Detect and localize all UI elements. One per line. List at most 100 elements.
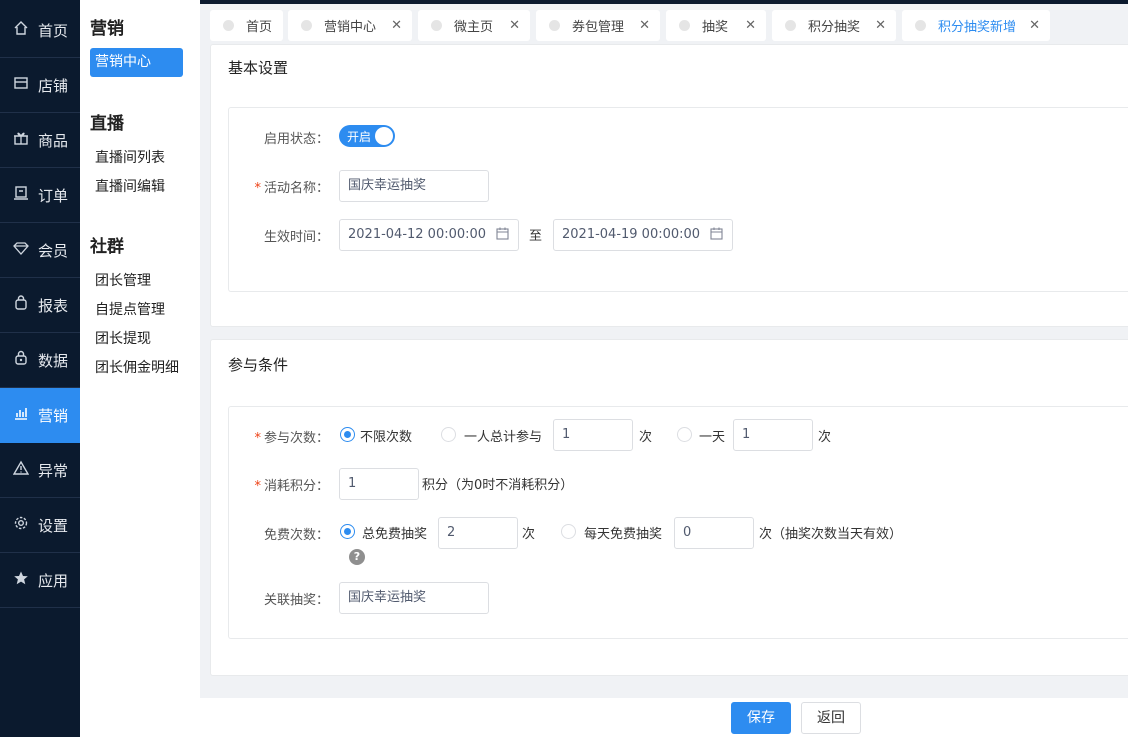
- tab-label: 积分抽奖新增: [938, 20, 1017, 35]
- tab-home[interactable]: 首页: [210, 10, 283, 41]
- radio-unlimited-label[interactable]: 不限次数: [360, 426, 412, 445]
- linked-lottery-input[interactable]: 国庆幸运抽奖: [339, 582, 489, 614]
- save-button[interactable]: 保存: [731, 702, 791, 734]
- calendar-icon: [710, 220, 723, 250]
- nav-item-settings[interactable]: 设置: [0, 498, 80, 553]
- points-cost-hint: 积分（为0时不消耗积分）: [422, 478, 574, 493]
- main-content: 基本设置 启用状态： 开启 * 活动名称： 国庆幸运抽奖 生效时间： 2021-0…: [200, 44, 1128, 737]
- start-time-picker[interactable]: 2021-04-12 00:00:00: [339, 219, 519, 251]
- nav-item-products[interactable]: 商品: [0, 113, 80, 168]
- free-daily-hint: 次（抽奖次数当天有效）: [759, 527, 903, 542]
- activity-name-label-text: 活动名称：: [263, 181, 329, 196]
- main-nav: 首页 店铺 商品 订单 会员 报表 数据 营销 异常 设置 应用: [0, 0, 80, 737]
- sub-item-pickup-manage[interactable]: 自提点管理: [95, 299, 165, 319]
- sub-item-leader-commission[interactable]: 团长佣金明细: [95, 357, 179, 377]
- free-total-input[interactable]: 2: [438, 517, 518, 549]
- close-icon[interactable]: ✕: [639, 18, 650, 33]
- sub-item-leader-manage[interactable]: 团长管理: [95, 270, 151, 290]
- nav-label: 营销: [38, 406, 69, 425]
- nav-label: 订单: [38, 186, 69, 205]
- nav-label: 会员: [38, 241, 69, 260]
- help-icon[interactable]: ?: [349, 549, 365, 565]
- nav-item-marketing[interactable]: 营销: [0, 388, 80, 443]
- nav-label: 应用: [38, 571, 69, 590]
- status-label: 启用状态：: [263, 132, 329, 147]
- radio-total-times[interactable]: [441, 427, 456, 442]
- required-mark: *: [254, 431, 261, 446]
- free-daily-input[interactable]: 0: [674, 517, 754, 549]
- order-icon: [12, 185, 30, 205]
- tab-points-lottery-add[interactable]: 积分抽奖新增 ✕: [902, 10, 1050, 41]
- sub-item-marketing-center[interactable]: 营销中心: [90, 48, 183, 77]
- free-total-unit: 次: [522, 527, 536, 542]
- radio-daily-times[interactable]: [677, 427, 692, 442]
- switch-knob: [375, 127, 393, 145]
- daily-times-input[interactable]: 1: [733, 419, 813, 451]
- radio-free-total-label[interactable]: 总免费抽奖: [362, 523, 427, 542]
- activity-name-input[interactable]: 国庆幸运抽奖: [339, 170, 489, 202]
- radio-unlimited[interactable]: [340, 427, 355, 442]
- radio-daily-times-label[interactable]: 一天: [699, 426, 725, 445]
- tab-bar: 首页 营销中心 ✕ 微主页 ✕ 券包管理 ✕ 抽奖 ✕ 积分抽奖 ✕ 积分抽奖新…: [200, 4, 1128, 44]
- nav-label: 首页: [38, 21, 69, 40]
- radio-free-daily-label[interactable]: 每天免费抽奖: [584, 523, 662, 542]
- effective-time-label: 生效时间：: [263, 230, 329, 245]
- daily-times-unit: 次: [818, 430, 832, 445]
- nav-item-data[interactable]: 数据: [0, 333, 80, 388]
- status-switch[interactable]: 开启: [339, 125, 395, 147]
- sub-item-live-list[interactable]: 直播间列表: [95, 147, 165, 167]
- radio-free-total[interactable]: [340, 524, 355, 539]
- tab-label: 微主页: [454, 20, 494, 35]
- tab-dot: [431, 20, 442, 31]
- tab-coupon-pack[interactable]: 券包管理 ✕: [536, 10, 660, 41]
- nav-label: 报表: [38, 296, 69, 315]
- tab-micro-home[interactable]: 微主页 ✕: [418, 10, 530, 41]
- close-icon[interactable]: ✕: [1029, 18, 1040, 33]
- gear-icon: [12, 515, 30, 535]
- close-icon[interactable]: ✕: [391, 18, 402, 33]
- total-times-unit: 次: [639, 430, 653, 445]
- nav-item-exceptions[interactable]: 异常: [0, 443, 80, 498]
- nav-item-home[interactable]: 首页: [0, 3, 80, 58]
- points-cost-input[interactable]: 1: [339, 468, 419, 500]
- sub-item-leader-withdraw[interactable]: 团长提现: [95, 328, 151, 348]
- nav-label: 异常: [38, 461, 69, 480]
- radio-free-daily[interactable]: [561, 524, 576, 539]
- points-cost-label: * 消耗积分：: [229, 475, 329, 494]
- end-time-picker[interactable]: 2021-04-19 00:00:00: [553, 219, 733, 251]
- linked-lottery-label: 关联抽奖：: [263, 593, 329, 608]
- back-button[interactable]: 返回: [801, 702, 861, 734]
- sub-section-title-marketing: 营销: [90, 19, 124, 39]
- nav-label: 数据: [38, 351, 69, 370]
- close-icon[interactable]: ✕: [509, 18, 520, 33]
- lock-bag-icon: [12, 350, 30, 370]
- total-times-input[interactable]: 1: [553, 419, 633, 451]
- tab-dot: [549, 20, 560, 31]
- diamond-icon: [12, 240, 30, 260]
- nav-item-apps[interactable]: 应用: [0, 553, 80, 608]
- tab-points-lottery[interactable]: 积分抽奖 ✕: [772, 10, 896, 41]
- tab-label: 抽奖: [702, 20, 729, 35]
- radio-total-times-label[interactable]: 一人总计参与: [464, 426, 542, 445]
- sub-item-live-edit[interactable]: 直播间编辑: [95, 176, 165, 196]
- basic-settings-title: 基本设置: [228, 59, 289, 77]
- star-icon: [12, 570, 30, 590]
- nav-item-store[interactable]: 店铺: [0, 58, 80, 113]
- nav-item-reports[interactable]: 报表: [0, 278, 80, 333]
- time-range-separator: 至: [529, 229, 543, 244]
- tab-marketing-center[interactable]: 营销中心 ✕: [288, 10, 412, 41]
- close-icon[interactable]: ✕: [875, 18, 886, 33]
- nav-item-members[interactable]: 会员: [0, 223, 80, 278]
- tab-label: 券包管理: [572, 20, 625, 35]
- close-icon[interactable]: ✕: [745, 18, 756, 33]
- footer-bar: 保存 返回: [200, 698, 1128, 737]
- store-icon: [12, 75, 30, 95]
- conditions-panel: * 参与次数： 不限次数 一人总计参与 1 次 一天 1 次 * 消耗积分： 1 积…: [228, 406, 1128, 639]
- nav-item-orders[interactable]: 订单: [0, 168, 80, 223]
- required-mark: *: [254, 479, 261, 494]
- tab-label: 积分抽奖: [808, 20, 861, 35]
- switch-text: 开启: [347, 130, 372, 144]
- points-cost-label-text: 消耗积分：: [263, 479, 329, 494]
- tab-lottery[interactable]: 抽奖 ✕: [666, 10, 766, 41]
- nav-label: 店铺: [38, 76, 69, 95]
